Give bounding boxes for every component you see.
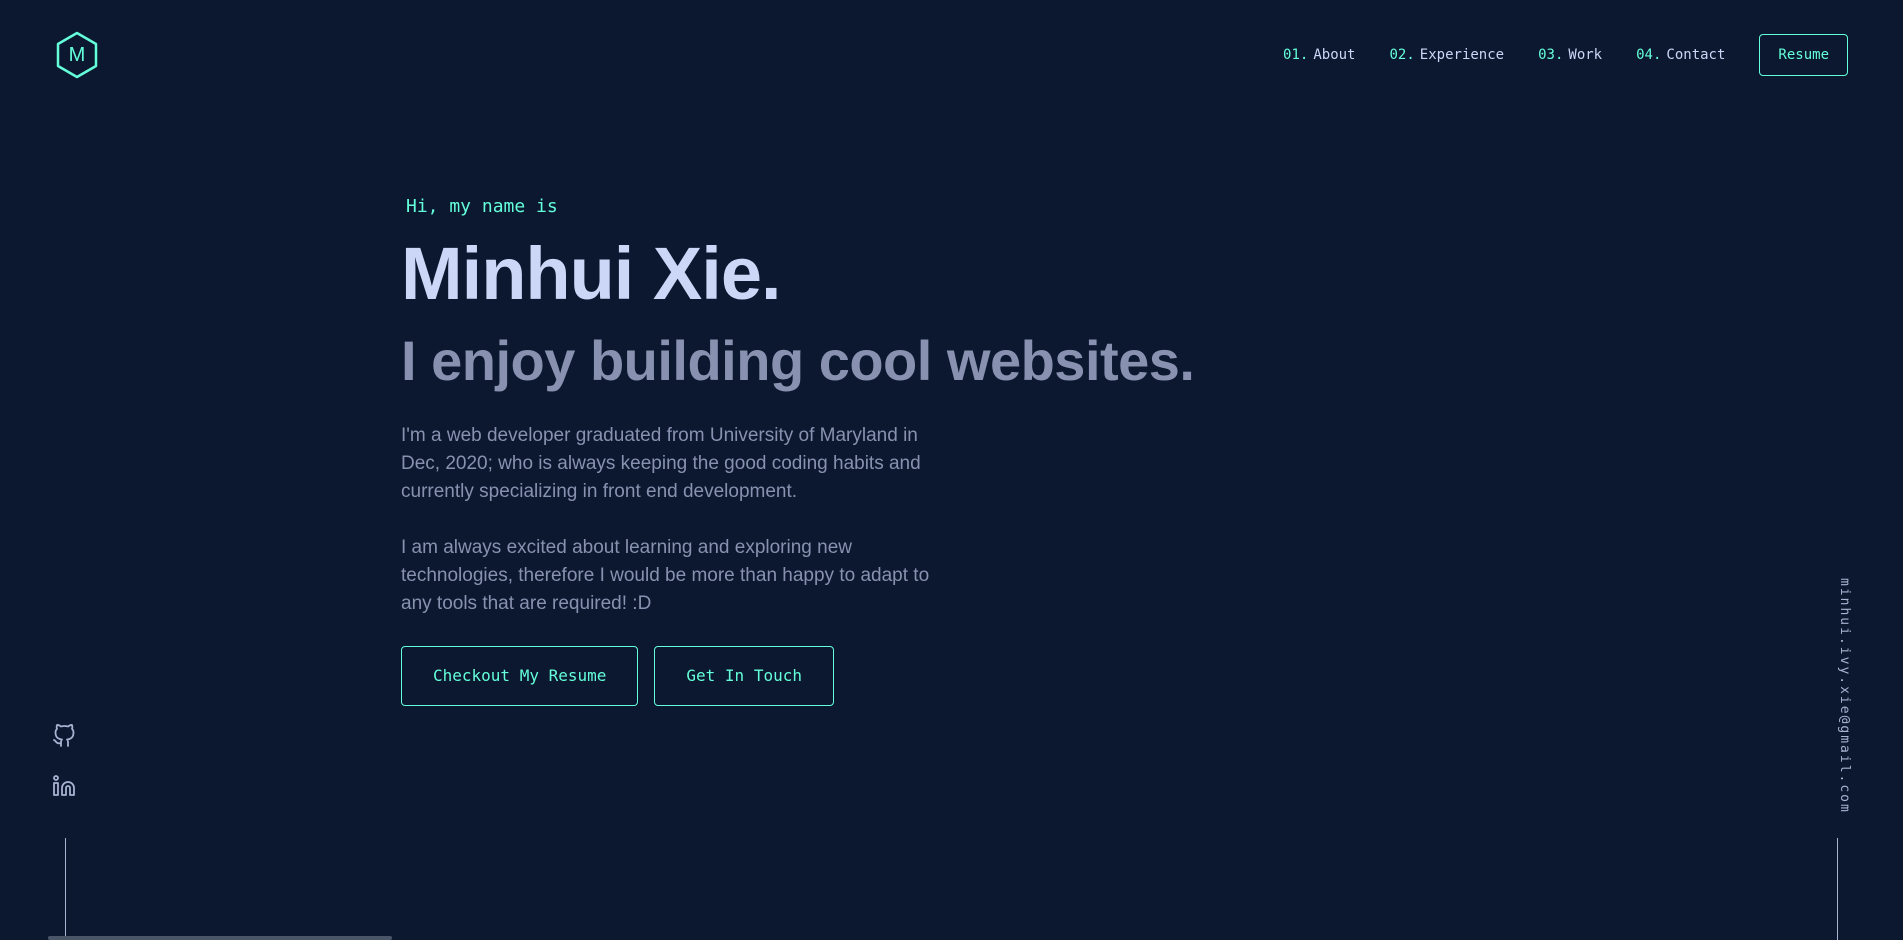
- github-link[interactable]: [52, 724, 80, 752]
- nav-number: 01.: [1283, 47, 1309, 63]
- cta-row: Checkout My Resume Get In Touch: [401, 646, 1301, 706]
- hero-section: Hi, my name is Minhui Xie. I enjoy build…: [401, 196, 1301, 706]
- horizontal-scrollbar[interactable]: [48, 936, 392, 940]
- left-rail-line: [65, 838, 66, 940]
- hero-bio: I'm a web developer graduated from Unive…: [401, 422, 961, 618]
- nav-label: Experience: [1419, 47, 1505, 63]
- bio-paragraph: I am always excited about learning and e…: [401, 537, 930, 614]
- nav-item-about[interactable]: 01. About: [1283, 47, 1355, 63]
- nav-label: Work: [1568, 47, 1603, 63]
- github-icon: [53, 724, 75, 747]
- email-link[interactable]: minhui.ivy.xie@gmail.com: [1822, 578, 1852, 814]
- nav-number: 02.: [1389, 47, 1415, 63]
- nav-item-work[interactable]: 03. Work: [1538, 47, 1602, 63]
- checkout-resume-button[interactable]: Checkout My Resume: [401, 646, 639, 706]
- nav-item-contact[interactable]: 04. Contact: [1636, 47, 1725, 63]
- nav-number: 04.: [1636, 47, 1662, 63]
- main-nav: 01. About 02. Experience 03. Work 04. Contac…: [1283, 34, 1848, 76]
- social-links: [52, 724, 80, 824]
- nav-number: 03.: [1538, 47, 1564, 63]
- hero-tagline: I enjoy building cool websites.: [401, 329, 1195, 392]
- bio-paragraph: I'm a web developer graduated from Unive…: [401, 425, 921, 502]
- get-in-touch-button[interactable]: Get In Touch: [654, 646, 834, 706]
- logo[interactable]: M: [55, 31, 99, 79]
- linkedin-link[interactable]: [52, 774, 80, 802]
- nav-item-experience[interactable]: 02. Experience: [1390, 47, 1505, 63]
- nav-label: Contact: [1666, 47, 1726, 63]
- greeting: Hi, my name is: [406, 196, 558, 217]
- hexagon-logo-icon: [56, 31, 98, 79]
- hero-name: Minhui Xie.: [401, 232, 782, 315]
- resume-button[interactable]: Resume: [1759, 34, 1848, 76]
- right-rail-line: [1837, 838, 1838, 940]
- linkedin-icon: [53, 775, 75, 796]
- nav-label: About: [1313, 47, 1356, 63]
